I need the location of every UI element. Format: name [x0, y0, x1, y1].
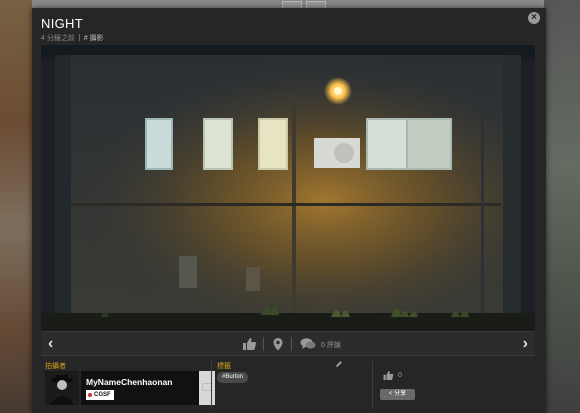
- category-link[interactable]: # 攝影: [84, 35, 104, 42]
- user-card[interactable]: MyNameChenhaonan CGSF: [81, 371, 199, 405]
- user-badge: CGSF: [86, 390, 114, 400]
- next-photo-button[interactable]: ›: [523, 335, 528, 353]
- comment-count[interactable]: 0 評論: [321, 340, 341, 350]
- like-count: 0: [398, 372, 402, 379]
- avatar[interactable]: [45, 371, 79, 405]
- photo-meta: 4 分鐘之前 # 攝影: [41, 33, 104, 43]
- column-divider: [211, 361, 212, 409]
- background-artwork-right: [544, 0, 580, 413]
- photo-title: NIGHT: [41, 16, 83, 31]
- night-building-image: [41, 45, 535, 331]
- edit-pencil-icon[interactable]: [335, 360, 343, 368]
- close-icon[interactable]: ×: [528, 12, 540, 24]
- meta-divider: [78, 34, 80, 41]
- column-divider: [372, 361, 373, 409]
- control-divider: [263, 337, 264, 351]
- comment-bubble-icon[interactable]: [300, 337, 316, 351]
- photo-controls: ‹ 0 評論 ›: [41, 331, 535, 356]
- user-avatar-image: [45, 371, 79, 405]
- tag-chip[interactable]: #Burton: [217, 372, 249, 383]
- previous-photo-button[interactable]: ‹: [48, 335, 53, 353]
- share-button[interactable]: < 分享: [380, 389, 415, 400]
- control-divider: [291, 337, 292, 351]
- photo-modal: × NIGHT 4 分鐘之前 # 攝影 ‹ 0 評論 › 拍攝者 MyNameC…: [32, 8, 546, 413]
- photographer-label: 拍攝者: [45, 363, 66, 370]
- share-label: 分享: [394, 391, 407, 397]
- photo-info-panel: 拍攝者 MyNameChenhaonan CGSF 標籤 #Burton 0 <…: [41, 357, 535, 413]
- camera-follow-button[interactable]: [199, 371, 215, 405]
- background-artwork-left: [0, 0, 32, 413]
- posted-time: 4 分鐘之前: [41, 35, 75, 42]
- main-photo: [41, 45, 535, 331]
- thumbs-up-icon[interactable]: [382, 370, 394, 381]
- username[interactable]: MyNameChenhaonan: [86, 377, 172, 387]
- tags-label: 標籤: [217, 363, 231, 370]
- thumbs-up-icon[interactable]: [241, 337, 257, 351]
- location-pin-icon[interactable]: [270, 337, 286, 351]
